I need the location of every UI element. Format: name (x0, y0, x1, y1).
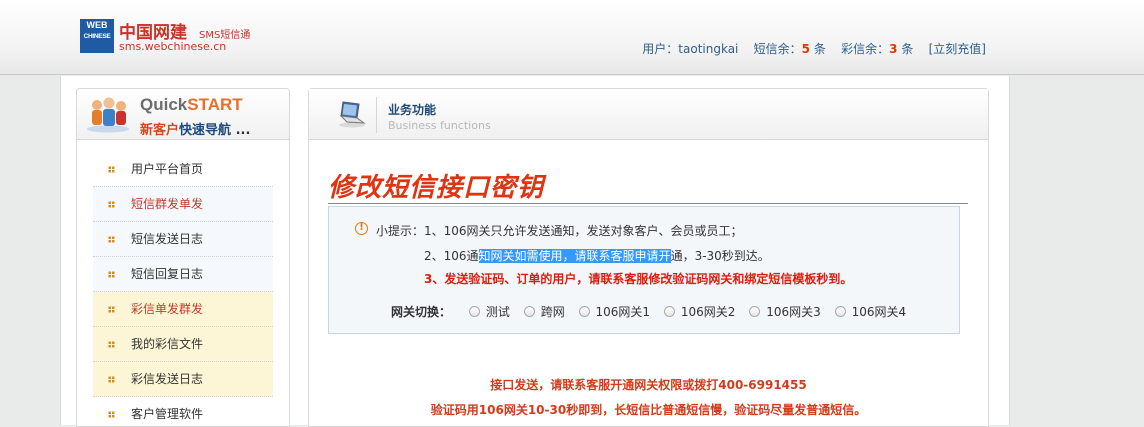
sidebar-item-label: 用户平台首页 (131, 162, 204, 176)
gateway-switch-row: 网关切换： 测试 跨网 106网关1 106网关2 106网关3 106网关4 (391, 303, 908, 320)
bullet-icon (108, 166, 115, 173)
gateway-option-label: 106网关4 (851, 305, 907, 319)
tip-line-1: 小提示：1、106网关只允许发送通知，发送对象客户、会员或员工； (376, 222, 743, 239)
gateway-radio-crossnet[interactable] (523, 306, 535, 317)
quickstart-sub-dots: ... (235, 123, 251, 138)
tip-2-b: 通，3-30秒到达。 (670, 249, 770, 263)
sidebar-item-label: 短信回复日志 (131, 267, 204, 281)
page-title: 修改短信接口密钥 (328, 173, 545, 203)
user-label: 用户： (642, 42, 679, 56)
gateway-option-label: 测试 (485, 305, 510, 319)
mms-balance-label: 彩信余： (841, 42, 890, 56)
sidebar-item-label: 彩信发送日志 (131, 372, 204, 386)
tip-prefix: 小提示： (376, 224, 425, 238)
panel-title: 业务功能 (388, 103, 437, 117)
sidebar-item-label: 短信群发单发 (131, 197, 204, 211)
header-separator (376, 97, 377, 133)
panel-header: 业务功能 Business functions (309, 89, 988, 140)
brand-subtitle: SMS短信通 (199, 30, 251, 41)
notice-verification: 验证码用106网关10-30秒即到，长短信比普通短信慢，验证码尽量发普通短信。 (430, 403, 867, 417)
gateway-option-label: 106网关2 (680, 305, 736, 319)
mms-unit: 条 (901, 42, 914, 56)
gateway-radio-106-2[interactable] (663, 306, 675, 317)
gateway-option-label: 跨网 (540, 305, 565, 319)
mms-balance-count: 3 (889, 42, 898, 56)
tip-line-3: 3、发送验证码、订单的用户，请联系客服修改验证码网关和绑定短信模板秒到。 (424, 272, 853, 286)
gateway-label: 网关切换： (391, 305, 452, 319)
content-panel: 业务功能 Business functions 修改短信接口密钥 ! 小提示：1… (308, 88, 989, 427)
sidebar-item-mms-send[interactable]: 彩信单发群发 (93, 292, 273, 327)
gateway-radio-106-1[interactable] (578, 306, 590, 317)
quickstart-sub-nav: 快速导航 (179, 123, 232, 138)
sidebar-item-mms-log[interactable]: 彩信发送日志 (93, 362, 273, 397)
top-header: WEB CHINESE 中国网建 SMS短信通 sms.webchinese.c… (0, 0, 1144, 75)
username: taotingkai (678, 42, 739, 56)
tip-box: ! 小提示：1、106网关只允许发送通知，发送对象客户、会员或员工； 2、106… (328, 206, 960, 334)
logo-box-line1: WEB (86, 20, 108, 30)
gateway-option-label: 106网关1 (595, 305, 651, 319)
sidebar-item-sms-send[interactable]: 短信群发单发 (93, 187, 273, 222)
quickstart-header: QuickSTART 新客户快速导航 ... (77, 89, 289, 140)
user-info-bar: 用户：taotingkai 短信余：5 条 彩信余：3 条 [立刻充值] (642, 40, 986, 57)
notice-interface: 接口发送，请联系客服开通网关权限或拨打400-6991455 (490, 378, 807, 392)
brand-url: sms.webchinese.cn (119, 40, 227, 53)
bullet-icon (108, 236, 115, 243)
tip-line-2: 2、106通知网关如需使用，请联系客服申请开通，3-30秒到达。 (424, 247, 770, 264)
sidebar: QuickSTART 新客户快速导航 ... 用户平台首页 短信群发单发 短信发… (76, 88, 290, 427)
bullet-icon (108, 341, 115, 348)
sms-balance-count: 5 (801, 42, 811, 56)
title-divider (328, 203, 968, 204)
bullet-icon (108, 376, 115, 383)
quickstart-title: QuickSTART (140, 95, 243, 115)
gateway-radio-test[interactable] (468, 306, 480, 317)
gateway-radio-106-3[interactable] (749, 306, 761, 317)
bullet-icon (108, 411, 115, 418)
quickstart-subtitle: 新客户快速导航 ... (140, 119, 250, 138)
sidebar-item-sms-reply-log[interactable]: 短信回复日志 (93, 257, 273, 292)
sidebar-item-crm[interactable]: 客户管理软件 (93, 397, 273, 426)
sidebar-item-sms-log[interactable]: 短信发送日志 (93, 222, 273, 257)
quickstart-title-quick: Quick (140, 95, 188, 114)
panel-title-en: Business functions (388, 119, 491, 132)
sidebar-item-label: 客户管理软件 (131, 407, 204, 421)
gateway-option-label: 106网关3 (766, 305, 821, 319)
sidebar-item-label: 短信发送日志 (131, 232, 204, 246)
sidebar-item-home[interactable]: 用户平台首页 (93, 152, 273, 187)
info-icon: ! (355, 222, 368, 235)
tip-2-highlight: 知网关如需使用，请联系客服申请开 (478, 249, 671, 263)
recharge-link[interactable]: [立刻充值] (929, 42, 986, 56)
tip-1-text: 1、106网关只允许发送通知，发送对象客户、会员或员工； (424, 224, 743, 238)
bullet-icon (108, 201, 115, 208)
tip-2-a: 2、106通 (424, 249, 479, 263)
people-icon (87, 97, 129, 133)
bullet-icon (108, 271, 115, 278)
logo-icon[interactable]: WEB CHINESE (80, 19, 114, 53)
sidebar-item-mms-files[interactable]: 我的彩信文件 (93, 327, 273, 362)
quickstart-sub-new: 新客户 (140, 123, 180, 138)
laptop-icon (339, 101, 366, 128)
sidebar-menu: 用户平台首页 短信群发单发 短信发送日志 短信回复日志 彩信单发群发 我的彩信文… (77, 152, 289, 426)
sms-unit: 条 (813, 42, 826, 56)
logo-box-line2: CHINESE (83, 33, 111, 40)
sidebar-item-label: 我的彩信文件 (131, 337, 204, 351)
sms-balance-label: 短信余： (753, 42, 802, 56)
bullet-icon (108, 306, 115, 313)
sidebar-item-label: 彩信单发群发 (131, 302, 204, 316)
quickstart-title-start: START (187, 95, 243, 114)
gateway-radio-106-4[interactable] (834, 306, 846, 317)
